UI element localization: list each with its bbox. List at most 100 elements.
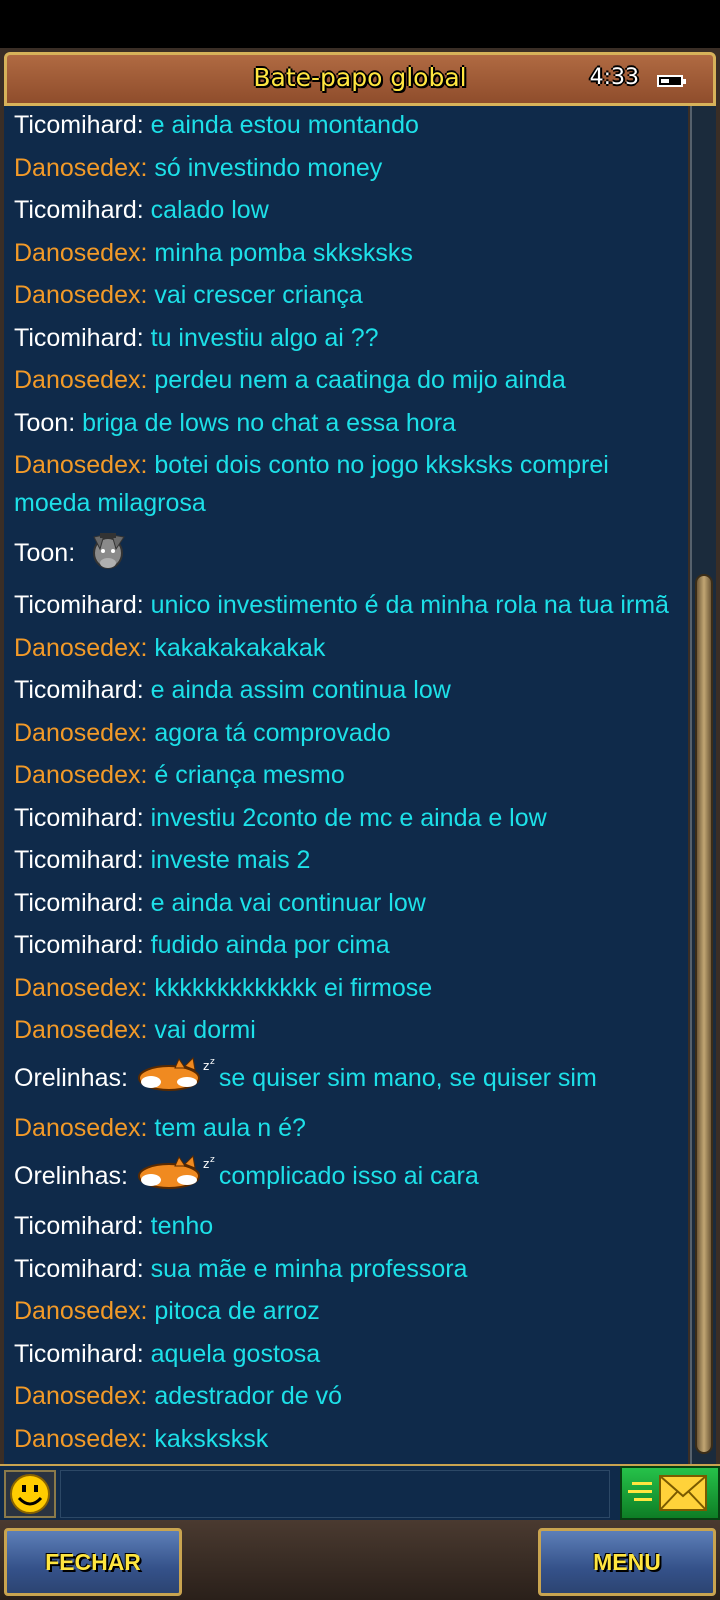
message-author[interactable]: Danosedex: xyxy=(14,366,147,394)
message-text: tu investiu algo ai ?? xyxy=(150,323,379,352)
message-text: tenho xyxy=(150,1212,214,1240)
chat-message: Danosedex: agora tá comprovado xyxy=(4,714,688,752)
message-author[interactable]: Danosedex: xyxy=(14,634,147,662)
envelope-send-icon xyxy=(628,1475,707,1511)
chat-title-bar: Bate-papo global 4:33 xyxy=(4,52,716,106)
message-text: minha pomba skksksks xyxy=(154,238,413,267)
message-text: complicado isso ai cara xyxy=(218,1161,479,1190)
message-author[interactable]: Ticomihard: xyxy=(14,1212,144,1240)
scrollbar[interactable] xyxy=(690,106,716,1464)
chat-message: Ticomihard: aquela gostosa xyxy=(4,1335,688,1373)
sleeping-fox-emote: zz xyxy=(135,1054,219,1105)
message-author[interactable]: Ticomihard: xyxy=(14,111,144,139)
message-author[interactable]: Danosedex: xyxy=(14,1297,147,1325)
message-author[interactable]: Danosedex: xyxy=(14,761,147,789)
chat-message: Danosedex: pitoca de arroz xyxy=(4,1292,688,1330)
message-text: sua mãe e minha professora xyxy=(150,1254,468,1283)
emoji-button[interactable] xyxy=(4,1470,56,1518)
message-author[interactable]: Danosedex: xyxy=(14,451,147,479)
chat-message: Danosedex: tem aula n é? xyxy=(4,1109,688,1147)
message-author[interactable]: Danosedex: xyxy=(14,719,147,747)
chat-messages-list[interactable]: Ticomihard: e ainda estou montando Danose… xyxy=(4,106,688,1464)
battery-icon xyxy=(657,75,686,87)
message-text: kkkkkkkkkkkkk ei firmose xyxy=(154,973,433,1002)
send-button[interactable] xyxy=(620,1466,720,1520)
chat-message: Danosedex: kakakakakakak xyxy=(4,629,688,667)
message-author[interactable]: Ticomihard: xyxy=(14,196,144,224)
message-author[interactable]: Orelinhas: xyxy=(14,1162,128,1190)
chat-message: Danosedex: botei dois conto no jogo kksk… xyxy=(4,446,688,522)
message-author[interactable]: Toon: xyxy=(14,539,75,567)
chat-message: Toon: xyxy=(4,527,688,582)
message-author[interactable]: Danosedex: xyxy=(14,974,147,1002)
message-text: calado low xyxy=(150,196,269,224)
message-text: briga de lows no chat a essa hora xyxy=(82,408,456,437)
message-author[interactable]: Danosedex: xyxy=(14,281,147,309)
message-author[interactable]: Ticomihard: xyxy=(14,1255,144,1283)
message-text: se quiser sim mano, se quiser sim xyxy=(218,1063,597,1092)
message-text: tem aula n é? xyxy=(154,1114,306,1142)
message-author[interactable]: Ticomihard: xyxy=(14,676,144,704)
clock: 4:33 xyxy=(589,65,639,90)
message-author[interactable]: Danosedex: xyxy=(14,1114,147,1142)
message-author[interactable]: Danosedex: xyxy=(14,239,147,267)
svg-text:z: z xyxy=(203,1157,209,1171)
chat-message: Ticomihard: tenho xyxy=(4,1207,688,1245)
message-author[interactable]: Toon: xyxy=(14,409,75,437)
bottom-bar: FECHAR MENU xyxy=(0,1520,720,1600)
message-text: vai dormi xyxy=(154,1016,256,1044)
scrollbar-thumb[interactable] xyxy=(695,574,713,1454)
svg-text:z: z xyxy=(210,1057,215,1067)
message-author[interactable]: Ticomihard: xyxy=(14,591,144,619)
message-text: vai crescer criança xyxy=(154,281,363,309)
chat-input-bar xyxy=(0,1464,720,1520)
chat-message: Toon: briga de lows no chat a essa hora xyxy=(4,404,688,442)
message-text: é criança mesmo xyxy=(154,761,345,789)
svg-text:z: z xyxy=(203,1059,209,1073)
chat-message: Orelinhas: z z se quiser sim mano, se quis… xyxy=(4,1054,688,1105)
chat-message: Ticomihard: sua mãe e minha professora xyxy=(4,1250,688,1288)
message-author[interactable]: Danosedex: xyxy=(14,154,147,182)
chat-message: Danosedex: vai dormi xyxy=(4,1011,688,1049)
donkey-emote xyxy=(82,527,134,582)
sleeping-fox-emote: zz xyxy=(135,1152,219,1203)
message-text: e ainda estou montando xyxy=(150,111,419,139)
chat-message: Ticomihard: investiu 2conto de mc e aind… xyxy=(4,799,688,837)
message-author[interactable]: Ticomihard: xyxy=(14,931,144,959)
message-author[interactable]: Ticomihard: xyxy=(14,804,144,832)
chat-message: Danosedex: perdeu nem a caatinga do mijo… xyxy=(4,361,688,399)
chat-message: Ticomihard: tu investiu algo ai ?? xyxy=(4,319,688,357)
chat-input[interactable] xyxy=(60,1470,610,1518)
message-author[interactable]: Ticomihard: xyxy=(14,846,144,874)
menu-button[interactable]: MENU xyxy=(538,1528,716,1596)
message-text: agora tá comprovado xyxy=(154,718,391,747)
message-author[interactable]: Danosedex: xyxy=(14,1382,147,1410)
message-author[interactable]: Ticomihard: xyxy=(14,889,144,917)
chat-message: Danosedex: é criança mesmo xyxy=(4,756,688,794)
message-author[interactable]: Danosedex: xyxy=(14,1016,147,1044)
message-author[interactable]: Ticomihard: xyxy=(14,324,144,352)
message-text: e ainda assim continua low xyxy=(150,676,451,704)
chat-message: Ticomihard: investe mais 2 xyxy=(4,841,688,879)
chat-message: Danosedex: adestrador de vó xyxy=(4,1377,688,1415)
chat-message: Ticomihard: fudido ainda por cima xyxy=(4,926,688,964)
message-text: aquela gostosa xyxy=(150,1339,321,1368)
chat-message: Ticomihard: calado low xyxy=(4,191,688,229)
svg-text:z: z xyxy=(210,1155,215,1165)
message-text: e ainda vai continuar low xyxy=(150,888,426,917)
message-author[interactable]: Ticomihard: xyxy=(14,1340,144,1368)
smiley-icon xyxy=(10,1474,50,1514)
message-author[interactable]: Orelinhas: xyxy=(14,1064,128,1092)
message-text: unico investimento é da minha rola na tu… xyxy=(150,591,669,619)
message-text: perdeu nem a caatinga do mijo ainda xyxy=(154,366,566,394)
chat-message: Danosedex: kaksksksk xyxy=(4,1420,688,1458)
close-button[interactable]: FECHAR xyxy=(4,1528,182,1596)
chat-message: Ticomihard: e ainda estou montando xyxy=(4,106,688,144)
message-text: kakakakakakak xyxy=(154,633,326,662)
chat-message: Ticomihard: e ainda vai continuar low xyxy=(4,884,688,922)
chat-message: Ticomihard: unico investimento é da minh… xyxy=(4,586,688,624)
message-text: pitoca de arroz xyxy=(154,1297,320,1325)
chat-message: Ticomihard: e ainda assim continua low xyxy=(4,671,688,709)
message-text: investiu 2conto de mc e ainda e low xyxy=(150,803,547,832)
message-author[interactable]: Danosedex: xyxy=(14,1425,147,1453)
